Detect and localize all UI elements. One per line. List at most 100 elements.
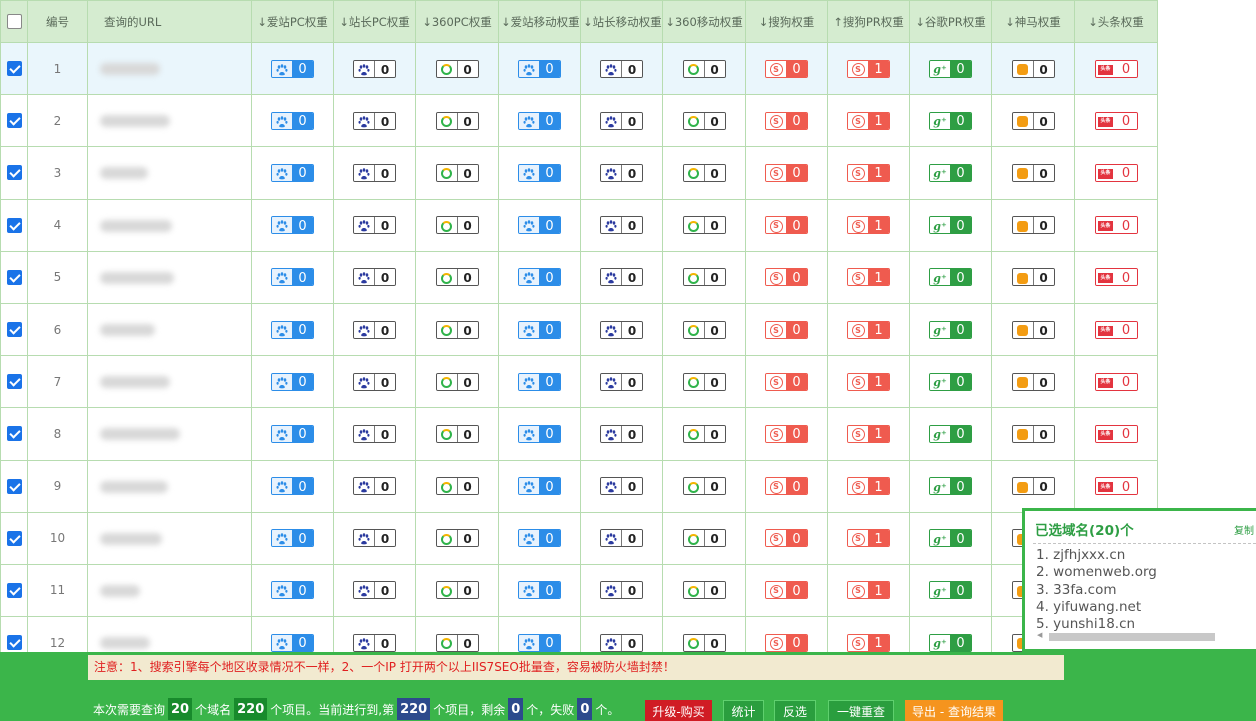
weight-badge-aizhan-mobile[interactable]: 0 [518, 111, 561, 130]
weight-badge-toutiao[interactable]: 头条0 [1094, 320, 1138, 339]
weight-badge-sogou-pr[interactable]: S1 [847, 477, 890, 496]
weight-badge-shenma[interactable]: 0 [1011, 216, 1055, 235]
weight-badge-aizhan-mobile[interactable]: 0 [518, 529, 561, 548]
weight-badge-sogou[interactable]: S0 [765, 633, 808, 652]
column-header-sogou[interactable]: ↓搜狗权重 [745, 0, 828, 43]
stats-button[interactable]: 统计 [723, 700, 764, 721]
weight-badge-chinaz-pc[interactable]: 0 [353, 581, 396, 600]
weight-badge-sogou[interactable]: S0 [765, 163, 808, 182]
table-row[interactable]: 10000000S0S1g⁺00头条0 [0, 511, 1158, 565]
weight-badge-chinaz-mobile[interactable]: 0 [600, 320, 643, 339]
weight-badge-sogou-pr[interactable]: S1 [847, 163, 890, 182]
row-checkbox[interactable] [6, 426, 22, 442]
weight-badge-google-pr[interactable]: g⁺ 0 [929, 163, 972, 182]
weight-badge-chinaz-pc[interactable]: 0 [353, 59, 396, 78]
weight-badge-chinaz-pc[interactable]: 0 [353, 424, 396, 443]
table-row[interactable]: 8 0 0 0 0 0 0 S 0 S 1 g⁺ 0 0 头条 0 [0, 407, 1158, 461]
weight-badge-360-mobile[interactable]: 0 [682, 477, 726, 496]
copy-link[interactable]: 复制 [1234, 522, 1256, 537]
column-header-360-mobile[interactable]: ↓360移动权重 [662, 0, 746, 43]
weight-badge-google-pr[interactable]: g⁺ 0 [929, 320, 972, 339]
row-checkbox[interactable] [6, 165, 22, 181]
row-checkbox[interactable] [6, 113, 22, 129]
row-checkbox[interactable] [6, 269, 22, 285]
weight-badge-360-pc[interactable]: 0 [435, 111, 479, 130]
weight-badge-sogou[interactable]: S0 [765, 477, 808, 496]
weight-badge-360-pc[interactable]: 0 [435, 372, 479, 391]
weight-badge-sogou[interactable]: S0 [765, 111, 808, 130]
row-checkbox[interactable] [6, 635, 22, 651]
weight-badge-360-pc[interactable]: 0 [435, 59, 479, 78]
table-row[interactable]: 7 0 0 0 0 0 0 S 0 S 1 g⁺ 0 0 头条 0 [0, 355, 1158, 409]
weight-badge-google-pr[interactable]: g⁺ 0 [929, 372, 972, 391]
table-row[interactable]: 5 0 0 0 0 0 0 S 0 S 1 g⁺ 0 0 头条 0 [0, 250, 1158, 304]
weight-badge-aizhan-mobile[interactable]: 0 [518, 216, 561, 235]
weight-badge-sogou-pr[interactable]: S1 [847, 216, 890, 235]
weight-badge-aizhan-pc[interactable]: 0 [271, 581, 314, 600]
weight-badge-aizhan-mobile[interactable]: 0 [518, 268, 561, 287]
weight-badge-google-pr[interactable]: g⁺ 0 [929, 633, 972, 652]
url-cell[interactable] [87, 459, 252, 513]
weight-badge-chinaz-mobile[interactable]: 0 [600, 529, 643, 548]
row-checkbox[interactable] [6, 322, 22, 338]
weight-badge-360-mobile[interactable]: 0 [682, 633, 726, 652]
weight-badge-google-pr[interactable]: g⁺ 0 [929, 268, 972, 287]
upgrade-buy-button[interactable]: 升级-购买 [645, 700, 712, 721]
weight-badge-360-pc[interactable]: 0 [435, 581, 479, 600]
weight-badge-360-pc[interactable]: 0 [435, 320, 479, 339]
weight-badge-chinaz-mobile[interactable]: 0 [600, 59, 643, 78]
weight-badge-aizhan-pc[interactable]: 0 [271, 477, 314, 496]
weight-badge-sogou[interactable]: S0 [765, 320, 808, 339]
weight-badge-chinaz-mobile[interactable]: 0 [600, 372, 643, 391]
url-cell[interactable] [87, 302, 252, 357]
table-row[interactable]: 4 0 0 0 0 0 0 S 0 S 1 g⁺ 0 0 头条 0 [0, 198, 1158, 252]
column-header-sogou-pr[interactable]: ↑搜狗PR权重 [827, 0, 910, 43]
row-checkbox[interactable] [6, 530, 22, 546]
weight-badge-toutiao[interactable]: 头条0 [1094, 372, 1138, 391]
weight-badge-toutiao[interactable]: 头条0 [1094, 111, 1138, 130]
weight-badge-360-mobile[interactable]: 0 [682, 372, 726, 391]
weight-badge-google-pr[interactable]: g⁺ 0 [929, 529, 972, 548]
weight-badge-chinaz-pc[interactable]: 0 [353, 529, 396, 548]
weight-badge-360-mobile[interactable]: 0 [682, 424, 726, 443]
weight-badge-sogou[interactable]: S0 [765, 529, 808, 548]
row-checkbox[interactable] [6, 217, 22, 233]
weight-badge-sogou[interactable]: S0 [765, 216, 808, 235]
scroll-left-arrow-icon[interactable]: ◀ [1037, 631, 1042, 639]
weight-badge-chinaz-mobile[interactable]: 0 [600, 111, 643, 130]
weight-badge-360-mobile[interactable]: 0 [682, 320, 726, 339]
column-header-shenma[interactable]: ↓神马权重 [991, 0, 1075, 43]
weight-badge-aizhan-pc[interactable]: 0 [271, 424, 314, 443]
weight-badge-aizhan-pc[interactable]: 0 [271, 111, 314, 130]
weight-badge-google-pr[interactable]: g⁺ 0 [929, 216, 972, 235]
export-results-button[interactable]: 导出 - 查询结果 [905, 700, 1003, 721]
weight-badge-360-pc[interactable]: 0 [435, 424, 479, 443]
column-header-chinaz-mobile[interactable]: ↓站长移动权重 [580, 0, 663, 43]
weight-badge-aizhan-pc[interactable]: 0 [271, 268, 314, 287]
url-cell[interactable] [87, 355, 252, 409]
select-all-checkbox[interactable] [6, 14, 22, 29]
column-header-number[interactable]: 编号 [27, 0, 88, 43]
weight-badge-aizhan-mobile[interactable]: 0 [518, 477, 561, 496]
weight-badge-360-pc[interactable]: 0 [435, 633, 479, 652]
weight-badge-chinaz-pc[interactable]: 0 [353, 268, 396, 287]
weight-badge-shenma[interactable]: 0 [1011, 372, 1055, 391]
weight-badge-sogou[interactable]: S0 [765, 424, 808, 443]
url-cell[interactable] [87, 250, 252, 304]
table-row[interactable]: 1 0 0 0 0 0 0 S 0 S 1 g⁺ 0 0 头条 0 [0, 41, 1158, 96]
weight-badge-chinaz-mobile[interactable]: 0 [600, 581, 643, 600]
weight-badge-google-pr[interactable]: g⁺ 0 [929, 477, 972, 496]
weight-badge-chinaz-mobile[interactable]: 0 [600, 424, 643, 443]
weight-badge-chinaz-pc[interactable]: 0 [353, 111, 396, 130]
weight-badge-sogou[interactable]: S0 [765, 372, 808, 391]
weight-badge-chinaz-mobile[interactable]: 0 [600, 477, 643, 496]
recheck-all-button[interactable]: 一键重查 [828, 700, 894, 721]
weight-badge-chinaz-mobile[interactable]: 0 [600, 633, 643, 652]
weight-badge-aizhan-mobile[interactable]: 0 [518, 59, 561, 78]
weight-badge-chinaz-mobile[interactable]: 0 [600, 163, 643, 182]
weight-badge-aizhan-mobile[interactable]: 0 [518, 424, 561, 443]
weight-badge-chinaz-mobile[interactable]: 0 [600, 268, 643, 287]
table-row[interactable]: 9 0 0 0 0 0 0 S 0 S 1 g⁺ 0 0 头条 0 [0, 459, 1158, 513]
weight-badge-sogou[interactable]: S0 [765, 268, 808, 287]
weight-badge-aizhan-pc[interactable]: 0 [271, 320, 314, 339]
